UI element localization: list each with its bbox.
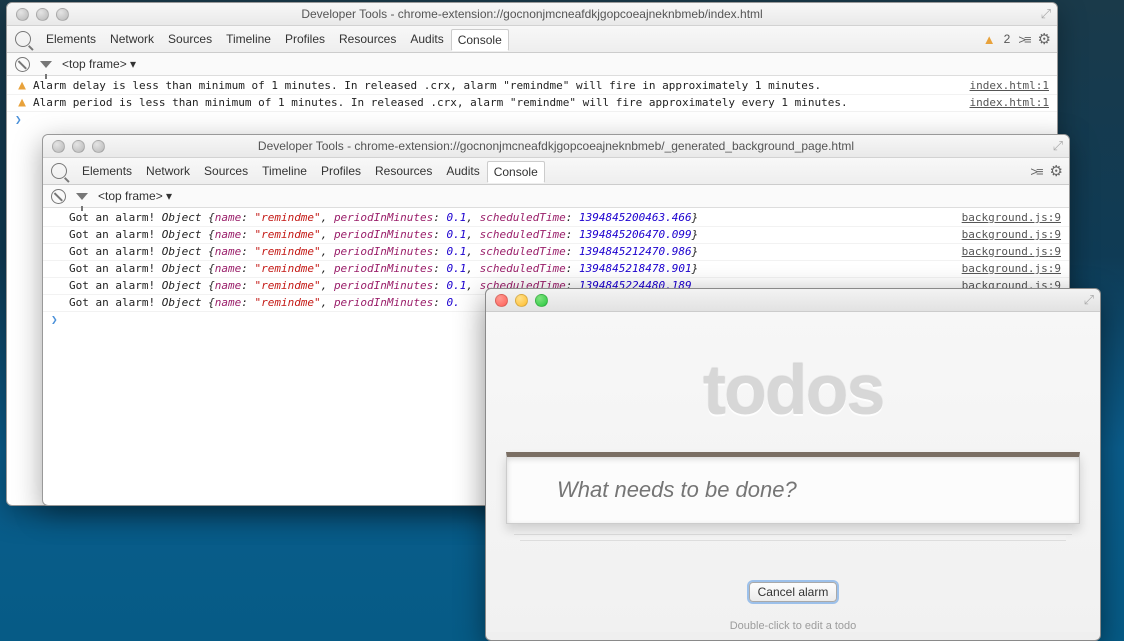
frame-selector[interactable]: <top frame> ▾ <box>62 57 136 71</box>
settings-gear-icon[interactable]: ⚙ <box>1038 30 1051 48</box>
console-row: Got an alarm! Object {name: "remindme", … <box>43 261 1069 278</box>
search-icon[interactable] <box>15 31 31 47</box>
todos-app-window: ⤢ todos Cancel alarm Double-click to edi… <box>485 288 1101 641</box>
app-body: todos Cancel alarm Double-click to edit … <box>486 312 1100 632</box>
expand-icon[interactable]: ⤢ <box>1053 138 1063 154</box>
todo-card <box>506 452 1080 524</box>
tab-elements[interactable]: Elements <box>75 160 139 182</box>
console-prompt[interactable]: ❯ <box>7 112 1057 128</box>
tab-profiles[interactable]: Profiles <box>314 160 368 182</box>
zoom-icon[interactable] <box>535 294 548 307</box>
minimize-icon[interactable] <box>515 294 528 307</box>
clear-console-icon[interactable] <box>15 57 30 72</box>
source-link[interactable]: background.js:9 <box>962 210 1061 226</box>
new-todo-input[interactable] <box>507 457 1079 523</box>
tab-elements[interactable]: Elements <box>39 28 103 50</box>
clear-console-icon[interactable] <box>51 189 66 204</box>
tab-sources[interactable]: Sources <box>197 160 255 182</box>
console-row: Got an alarm! Object {name: "remindme", … <box>43 210 1069 227</box>
console-filter-bar: <top frame> ▾ <box>7 53 1057 76</box>
console-row: ▲Alarm delay is less than minimum of 1 m… <box>7 78 1057 95</box>
close-icon[interactable] <box>16 8 29 21</box>
expand-icon[interactable]: ⤢ <box>1084 292 1094 308</box>
titlebar[interactable]: Developer Tools - chrome-extension://goc… <box>7 3 1057 26</box>
log-message: Alarm delay is less than minimum of 1 mi… <box>33 78 962 94</box>
devtools-tabs: ElementsNetworkSourcesTimelineProfilesRe… <box>7 26 1057 53</box>
frame-selector[interactable]: <top frame> ▾ <box>98 189 172 203</box>
zoom-icon[interactable] <box>56 8 69 21</box>
tab-timeline[interactable]: Timeline <box>255 160 314 182</box>
log-message: Got an alarm! Object {name: "remindme", … <box>69 210 954 226</box>
tab-sources[interactable]: Sources <box>161 28 219 50</box>
tab-network[interactable]: Network <box>103 28 161 50</box>
tab-audits[interactable]: Audits <box>439 160 486 182</box>
console-output: ▲Alarm delay is less than minimum of 1 m… <box>7 76 1057 128</box>
drawer-toggle-icon[interactable]: >≡ <box>1030 164 1041 179</box>
source-link[interactable]: background.js:9 <box>962 227 1061 243</box>
log-message: Got an alarm! Object {name: "remindme", … <box>69 244 954 260</box>
tab-console[interactable]: Console <box>451 29 509 51</box>
traffic-lights <box>43 140 105 153</box>
warning-count: 2 <box>1004 32 1011 46</box>
cancel-alarm-button[interactable]: Cancel alarm <box>749 582 838 602</box>
source-link[interactable]: index.html:1 <box>970 95 1049 111</box>
warning-icon: ▲ <box>15 78 29 94</box>
close-icon[interactable] <box>52 140 65 153</box>
tab-audits[interactable]: Audits <box>403 28 450 50</box>
tab-console[interactable]: Console <box>487 161 545 183</box>
traffic-lights <box>486 294 548 307</box>
app-heading: todos <box>486 350 1100 430</box>
log-message: Got an alarm! Object {name: "remindme", … <box>69 227 954 243</box>
titlebar[interactable]: ⤢ <box>486 289 1100 312</box>
window-title: Developer Tools - chrome-extension://goc… <box>7 7 1057 21</box>
console-row: Got an alarm! Object {name: "remindme", … <box>43 227 1069 244</box>
log-message: Got an alarm! Object {name: "remindme", … <box>69 261 954 277</box>
warning-icon: ▲ <box>15 95 29 111</box>
tab-resources[interactable]: Resources <box>332 28 403 50</box>
source-link[interactable]: background.js:9 <box>962 244 1061 260</box>
log-message: Alarm period is less than minimum of 1 m… <box>33 95 962 111</box>
devtools-tabs: ElementsNetworkSourcesTimelineProfilesRe… <box>43 158 1069 185</box>
drawer-toggle-icon[interactable]: >≡ <box>1018 32 1029 47</box>
hint-text: Double-click to edit a todo <box>486 620 1100 632</box>
source-link[interactable]: index.html:1 <box>970 78 1049 94</box>
titlebar[interactable]: Developer Tools - chrome-extension://goc… <box>43 135 1069 158</box>
tab-timeline[interactable]: Timeline <box>219 28 278 50</box>
console-row: Got an alarm! Object {name: "remindme", … <box>43 244 1069 261</box>
filter-icon[interactable] <box>76 193 88 200</box>
search-icon[interactable] <box>51 163 67 179</box>
expand-icon[interactable]: ⤢ <box>1041 6 1051 22</box>
settings-gear-icon[interactable]: ⚙ <box>1050 162 1063 180</box>
filter-icon[interactable] <box>40 61 52 68</box>
tab-network[interactable]: Network <box>139 160 197 182</box>
zoom-icon[interactable] <box>92 140 105 153</box>
minimize-icon[interactable] <box>36 8 49 21</box>
close-icon[interactable] <box>495 294 508 307</box>
window-title: Developer Tools - chrome-extension://goc… <box>43 139 1069 153</box>
console-row: ▲Alarm period is less than minimum of 1 … <box>7 95 1057 112</box>
console-filter-bar: <top frame> ▾ <box>43 185 1069 208</box>
traffic-lights <box>7 8 69 21</box>
tab-profiles[interactable]: Profiles <box>278 28 332 50</box>
minimize-icon[interactable] <box>72 140 85 153</box>
warning-badge-icon[interactable]: ▲ <box>983 32 996 47</box>
source-link[interactable]: background.js:9 <box>962 261 1061 277</box>
tab-resources[interactable]: Resources <box>368 160 439 182</box>
